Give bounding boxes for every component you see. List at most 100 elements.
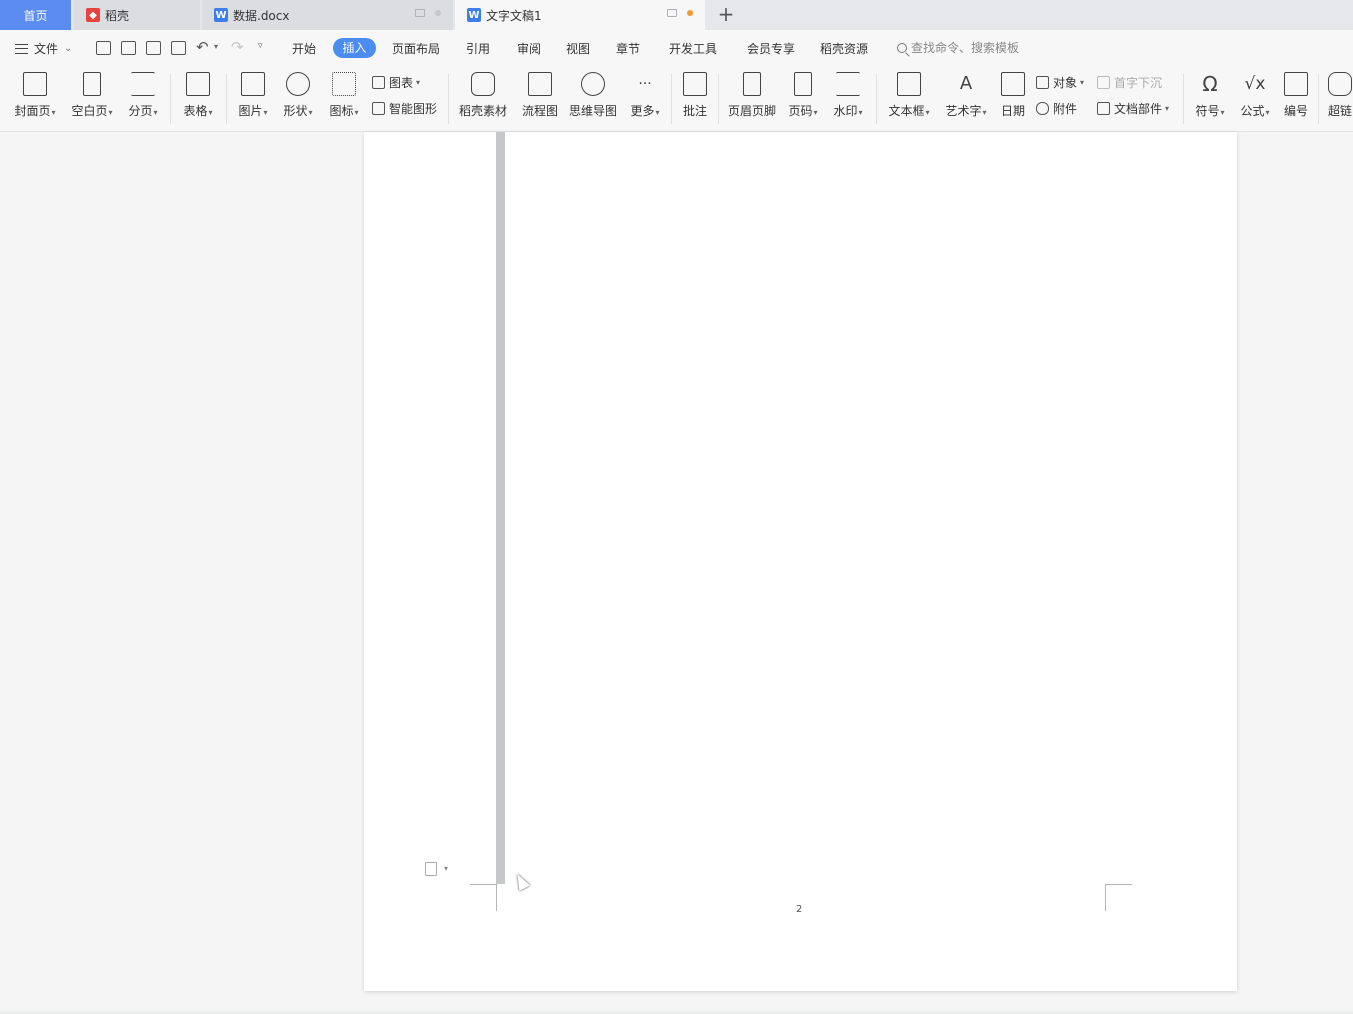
drop-cap-button[interactable]: 首字下沉 — [1097, 74, 1162, 91]
menu-tab-view[interactable]: 视图 — [566, 40, 590, 57]
date-button[interactable]: 日期 — [999, 72, 1027, 119]
page-number-button[interactable]: 页码▾ — [785, 72, 821, 119]
insert-ribbon: 封面页▾ 空白页▾ 分页▾ 表格▾ 图片▾ 形状▾ 图标▾ 图表 ▾ 智能图形 稻… — [0, 66, 1353, 132]
watermark-button[interactable]: 水印▾ — [830, 72, 866, 119]
bar-chart-icon — [372, 76, 385, 89]
document-parts-label: 文档部件 — [1114, 102, 1163, 116]
command-search[interactable]: 查找命令、搜索模板 — [897, 39, 1019, 56]
omega-icon: Ω — [1202, 72, 1218, 96]
hyperlink-button[interactable]: 超链 — [1327, 72, 1353, 119]
menu-tab-page-layout[interactable]: 页面布局 — [392, 40, 440, 57]
new-tab-button[interactable]: + — [716, 4, 736, 24]
picture-icon — [241, 72, 265, 96]
print-icon[interactable] — [146, 41, 161, 55]
customize-toolbar-icon[interactable]: ▿ — [258, 41, 263, 51]
comment-button[interactable]: 批注 — [680, 72, 710, 119]
wordart-icon: A — [959, 73, 973, 94]
screen-icon[interactable] — [667, 9, 677, 17]
menu-tab-developer[interactable]: 开发工具 — [669, 40, 717, 57]
search-icon — [897, 42, 907, 53]
ribbon-divider — [1318, 74, 1319, 124]
menu-tab-daoke-resources[interactable]: 稻壳资源 — [820, 40, 868, 57]
smart-graphic-icon — [372, 102, 385, 115]
daoke-material-icon — [471, 72, 495, 96]
undo-icon[interactable]: ↶ — [196, 38, 209, 56]
attachment-button[interactable]: 附件 — [1036, 100, 1077, 117]
flowchart-button[interactable]: 流程图 — [520, 72, 560, 119]
page-break-button[interactable]: 分页▾ — [125, 72, 161, 119]
symbol-button[interactable]: Ω 符号▾ — [1192, 72, 1228, 119]
chevron-down-icon: ⌄ — [64, 43, 73, 54]
export-pdf-icon[interactable] — [121, 41, 136, 55]
menu-tab-section[interactable]: 章节 — [616, 40, 640, 57]
tab-home-label: 首页 — [23, 8, 48, 23]
daoke-material-button[interactable]: 稻壳素材 — [458, 72, 508, 119]
menu-tab-insert[interactable]: 插入 — [333, 38, 376, 58]
object-icon — [1036, 76, 1049, 89]
cover-page-label: 封面页 — [14, 104, 51, 118]
menu-tab-references[interactable]: 引用 — [466, 40, 490, 57]
tab-data-docx[interactable]: W 数据.docx — [202, 0, 453, 30]
redo-icon[interactable]: ↷ — [231, 38, 244, 56]
more-button[interactable]: ··· 更多▾ — [627, 72, 663, 119]
tab-home[interactable]: 首页 — [0, 0, 71, 30]
textbox-button[interactable]: 文本框▾ — [886, 72, 932, 119]
document-parts-button[interactable]: 文档部件 ▾ — [1097, 100, 1169, 117]
chart-label: 图表 — [389, 76, 414, 90]
picture-label: 图片 — [238, 104, 263, 118]
print-preview-icon[interactable] — [171, 41, 186, 55]
mindmap-button[interactable]: 思维导图 — [568, 72, 618, 119]
undo-dropdown-icon[interactable]: ▾ — [214, 42, 218, 51]
tab-document1[interactable]: W 文字文稿1 — [455, 0, 705, 30]
tab-daoke-label: 稻壳 — [105, 8, 130, 23]
page-break-icon — [131, 72, 155, 96]
comment-label: 批注 — [682, 104, 707, 118]
symbol-label: 符号 — [1195, 104, 1220, 118]
document-page[interactable] — [364, 132, 1237, 991]
numbering-icon — [1284, 72, 1308, 96]
header-footer-button[interactable]: 页眉页脚 — [727, 72, 777, 119]
shape-label: 形状 — [283, 104, 308, 118]
file-menu-button[interactable]: 文件 ⌄ — [15, 40, 72, 57]
blank-page-label: 空白页 — [71, 104, 108, 118]
blank-page-button[interactable]: 空白页▾ — [69, 72, 115, 119]
paragraph-layout-icon[interactable] — [425, 862, 437, 876]
save-icon[interactable] — [96, 41, 111, 55]
chart-button[interactable]: 图表 ▾ — [372, 74, 420, 91]
crop-mark-bottom-right — [1105, 884, 1132, 911]
smart-graphic-button[interactable]: 智能图形 — [372, 100, 437, 117]
more-label: 更多 — [630, 104, 655, 118]
icon-library-label: 图标 — [329, 104, 354, 118]
page-break-label: 分页 — [128, 104, 153, 118]
header-footer-icon — [743, 72, 761, 96]
date-label: 日期 — [1000, 104, 1025, 118]
crop-mark-bottom-left — [470, 884, 497, 911]
ribbon-divider — [226, 74, 227, 124]
icon-library-button[interactable]: 图标▾ — [326, 72, 362, 119]
table-button[interactable]: 表格▾ — [180, 72, 216, 119]
screen-icon[interactable] — [415, 9, 425, 17]
shape-button[interactable]: 形状▾ — [280, 72, 316, 119]
object-button[interactable]: 对象 ▾ — [1036, 74, 1084, 91]
drop-cap-label: 首字下沉 — [1114, 76, 1163, 90]
search-input[interactable]: 查找命令、搜索模板 — [911, 39, 1019, 56]
paragraph-layout-dropdown-icon[interactable]: ▾ — [444, 864, 448, 873]
writer-doc-icon: W — [467, 8, 481, 22]
wordart-button[interactable]: A 艺术字▾ — [943, 72, 989, 119]
close-dot-icon[interactable] — [435, 10, 441, 16]
menu-tab-start[interactable]: 开始 — [292, 40, 316, 57]
menu-tab-member[interactable]: 会员专享 — [747, 40, 795, 57]
tab-daoke[interactable]: ◆ 稻壳 — [74, 0, 200, 30]
cover-page-button[interactable]: 封面页▾ — [12, 72, 58, 119]
ribbon-divider — [671, 74, 672, 124]
numbering-button[interactable]: 编号 — [1281, 72, 1311, 119]
ribbon-divider — [448, 74, 449, 124]
unsaved-dot-icon[interactable] — [687, 10, 693, 16]
daoke-material-label: 稻壳素材 — [458, 104, 507, 118]
header-footer-label: 页眉页脚 — [727, 104, 776, 118]
tab-document1-label: 文字文稿1 — [486, 8, 542, 23]
formula-button[interactable]: √x 公式▾ — [1237, 72, 1273, 119]
numbering-label: 编号 — [1283, 104, 1308, 118]
menu-tab-review[interactable]: 审阅 — [517, 40, 541, 57]
picture-button[interactable]: 图片▾ — [235, 72, 271, 119]
